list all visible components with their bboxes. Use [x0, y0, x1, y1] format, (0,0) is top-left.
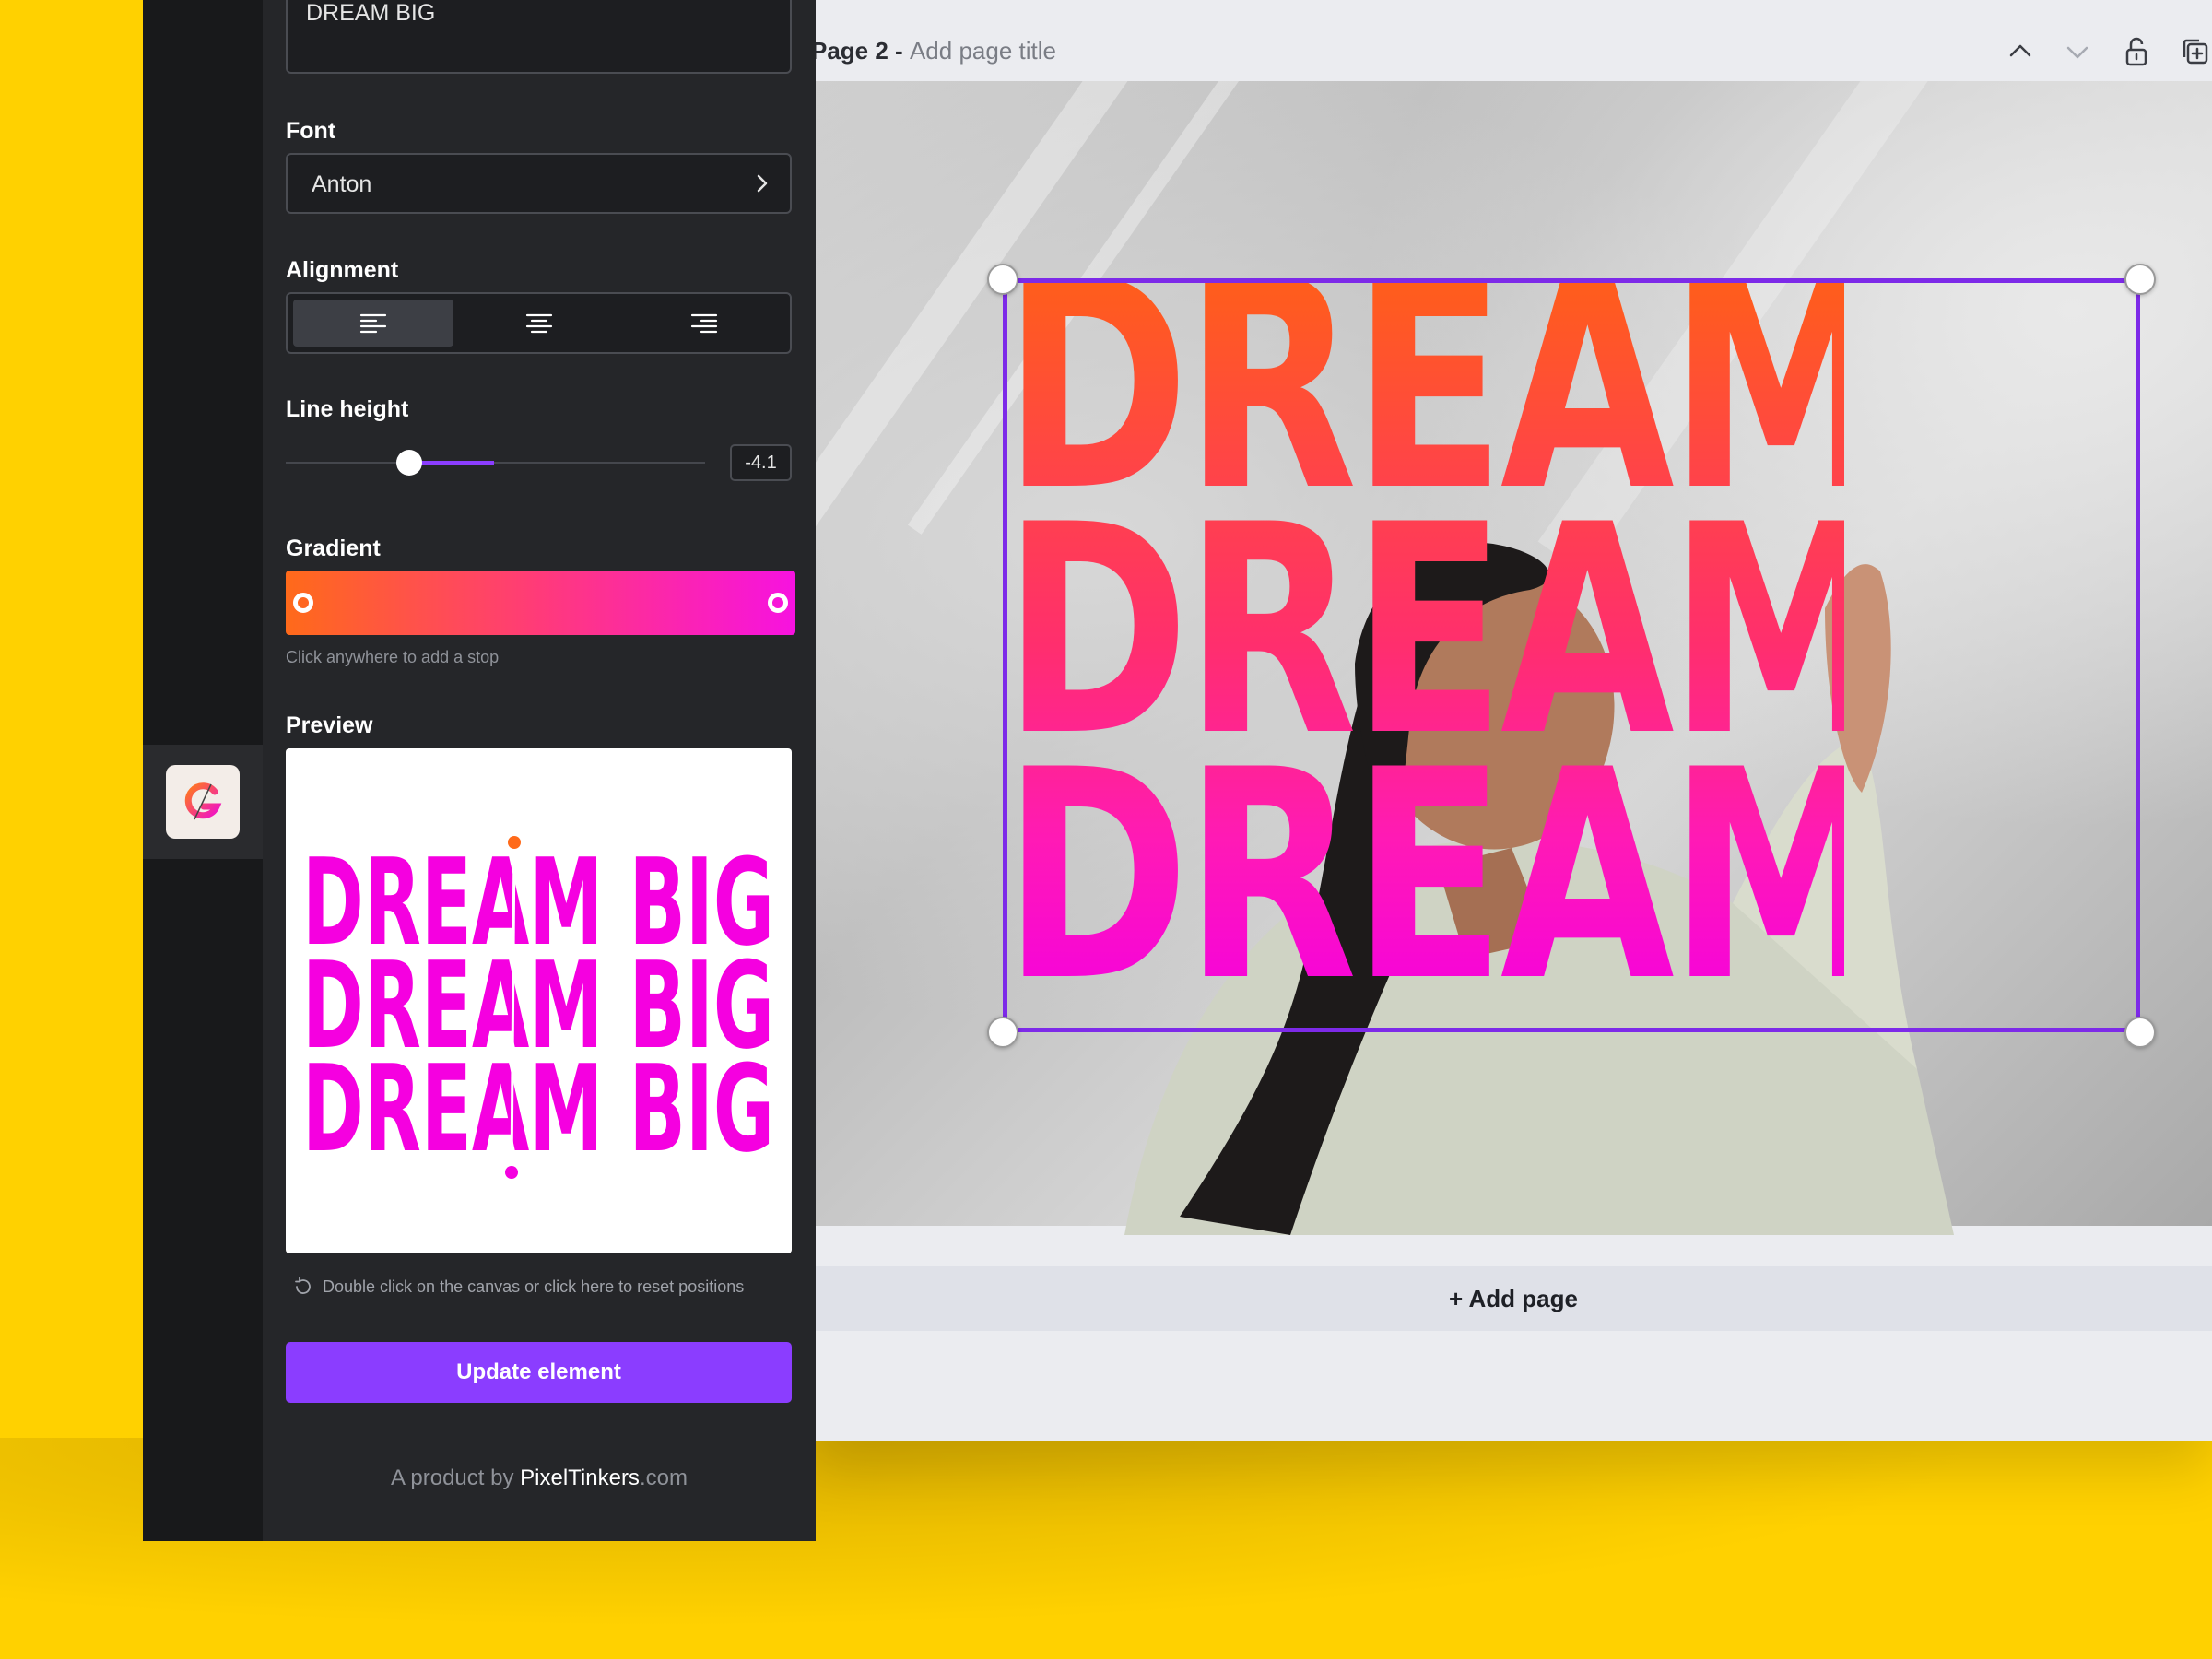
update-element-button[interactable]: Update element — [286, 1342, 792, 1403]
reset-hint: Double click on the canvas or click here… — [323, 1277, 745, 1296]
align-center-button[interactable] — [459, 300, 619, 347]
font-value: Anton — [312, 171, 372, 197]
chevron-up-icon[interactable] — [2004, 35, 2037, 68]
gradient-stop-start[interactable] — [293, 593, 313, 613]
line-height-slider-track[interactable] — [286, 462, 705, 464]
resize-handle-top-right[interactable] — [2124, 264, 2156, 295]
font-select[interactable]: Anton — [286, 153, 792, 214]
font-label: Font — [286, 118, 336, 144]
chevron-right-icon — [757, 174, 768, 193]
reset-positions-link[interactable]: Double click on the canvas or click here… — [293, 1277, 744, 1297]
preview-end-handle[interactable] — [505, 1166, 518, 1179]
gradient-g-logo — [184, 782, 222, 820]
footer-brand-link[interactable]: PixelTinkers — [520, 1465, 640, 1490]
footer-credit: A product by PixelTinkers.com — [263, 1465, 816, 1491]
gradient-stop-end[interactable] — [768, 593, 788, 613]
selection-box[interactable] — [1003, 278, 2140, 1032]
gradient-editor[interactable] — [286, 571, 795, 635]
alignment-label: Alignment — [286, 257, 399, 283]
gradient-label: Gradient — [286, 535, 381, 561]
alignment-control — [286, 292, 792, 354]
preview-text-line: DREAM BIG — [302, 1039, 774, 1179]
page-number-label: Page 2 - — [811, 37, 903, 65]
resize-handle-top-left[interactable] — [987, 264, 1018, 295]
preview-canvas[interactable]: DREAM BIG DREAM BIG DREAM BIG — [286, 748, 792, 1253]
align-right-button[interactable] — [624, 300, 784, 347]
add-page-label: + Add page — [1449, 1284, 1578, 1312]
footer-suffix: .com — [639, 1465, 688, 1490]
unlock-icon[interactable] — [2120, 35, 2153, 68]
text-input-value: DREAM BIG — [306, 0, 436, 26]
page-title[interactable]: Page 2 - Add page title — [811, 37, 1056, 65]
page-title-placeholder[interactable]: Add page title — [910, 37, 1056, 65]
duplicate-page-icon[interactable] — [2177, 35, 2210, 68]
gradient-app-icon[interactable] — [166, 765, 240, 839]
align-left-button[interactable] — [293, 300, 453, 347]
reset-icon — [295, 1277, 311, 1294]
align-center-icon — [525, 313, 552, 333]
preview-label: Preview — [286, 712, 373, 738]
footer-prefix: A product by — [391, 1465, 521, 1490]
align-left-icon — [359, 313, 386, 333]
align-right-icon — [691, 313, 718, 333]
line-height-slider-handle[interactable] — [396, 450, 422, 476]
line-height-label: Line height — [286, 396, 409, 422]
preview-render: DREAM BIG DREAM BIG DREAM BIG — [302, 832, 774, 1182]
resize-handle-bottom-left[interactable] — [987, 1017, 1018, 1048]
text-input[interactable]: DREAM BIG — [286, 0, 792, 74]
line-height-value-input[interactable]: -4.1 — [730, 444, 792, 481]
preview-start-handle[interactable] — [508, 836, 521, 849]
resize-handle-bottom-right[interactable] — [2124, 1017, 2156, 1048]
add-page-button[interactable]: + Add page — [815, 1266, 2212, 1331]
gradient-hint: Click anywhere to add a stop — [286, 648, 500, 666]
chevron-down-icon[interactable] — [2061, 35, 2094, 68]
